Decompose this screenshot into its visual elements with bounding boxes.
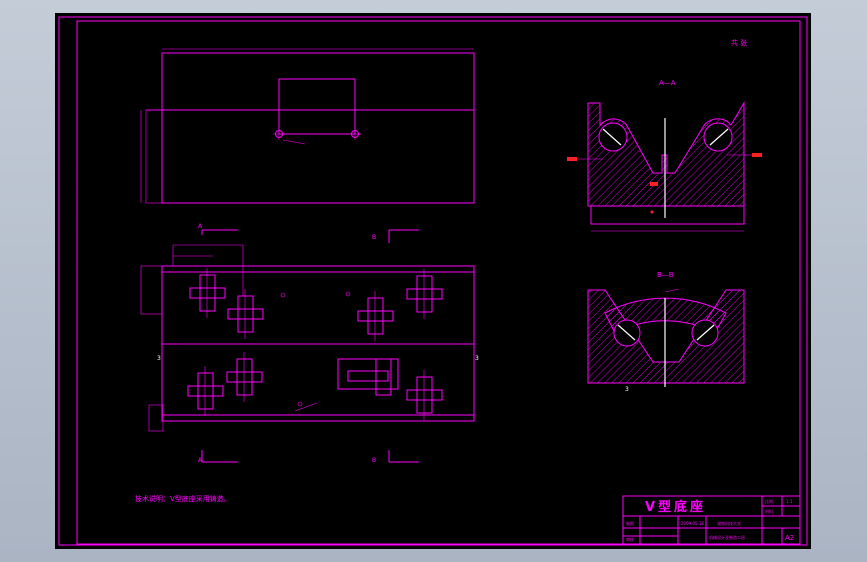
- checked-label: 审核: [626, 536, 634, 542]
- section-a-a: A—A: [567, 79, 762, 232]
- clamp-unit-8: [406, 370, 443, 420]
- svg-text:A: A: [198, 223, 203, 230]
- clamp-unit-4: [406, 269, 443, 319]
- top-view: [140, 48, 475, 204]
- svg-text:B: B: [372, 457, 376, 464]
- slot-outline: [278, 78, 356, 135]
- drawing-title: V型底座: [645, 499, 706, 515]
- school-name: 湖南科技大学: [717, 520, 741, 526]
- clamp-unit-5: [187, 366, 224, 416]
- section-a-a-label: A—A: [659, 79, 676, 87]
- section-b-b-label: B—B: [657, 271, 674, 279]
- clamp-unit-7: [337, 358, 399, 396]
- clamp-unit-3: [357, 291, 394, 341]
- top-view-outline: [161, 52, 475, 204]
- scale-value: 1:1: [786, 499, 793, 504]
- title-block: V型底座 比例 1:1 材料 制图 审核 2009.05.18 湖南科技大学 机…: [622, 495, 801, 545]
- drawn-label: 制图: [626, 520, 634, 526]
- clamp-unit-2: [227, 289, 264, 339]
- clamp-unit-6: [226, 352, 263, 402]
- inner-border: [76, 20, 801, 545]
- drawing-date: 2009.05.18: [681, 521, 704, 526]
- svg-text:B: B: [372, 234, 376, 241]
- outer-border: [58, 16, 808, 546]
- section-marker-a-bottom: A: [198, 450, 238, 464]
- drawing-viewport[interactable]: 共 张 A B A B 3 3 A—A B—B 3 技术说明：V型底座采用铸造。…: [55, 13, 811, 549]
- class-info: 机械设计及制造二班: [709, 534, 745, 540]
- material-label: 材料: [765, 508, 773, 514]
- section-marker-b-top: B: [372, 229, 419, 243]
- technical-note: 技术说明：V型底座采用铸造。: [135, 494, 231, 503]
- section-b-b: B—B 3: [587, 271, 745, 393]
- scale-label: 比例: [765, 498, 773, 504]
- sheet-quantity-label: 共 张: [731, 38, 747, 47]
- clamp-unit-1: [189, 268, 226, 318]
- section-marker-b-bottom: B: [372, 450, 419, 464]
- section-a-a-body: [587, 101, 745, 207]
- section-marker-a-top: A: [198, 223, 238, 235]
- svg-text:3: 3: [625, 386, 629, 393]
- sheet-size: A2: [785, 534, 794, 542]
- svg-text:3: 3: [475, 355, 479, 362]
- svg-text:3: 3: [157, 355, 161, 362]
- cad-drawing: 共 张 A B A B 3 3 A—A B—B 3 技术说明：V型底座采用铸造。…: [58, 16, 808, 546]
- fixture-view: 3 3: [140, 244, 479, 432]
